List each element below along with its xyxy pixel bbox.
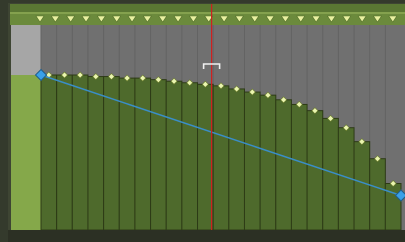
value-bar: [275, 99, 292, 231]
value-bar: [353, 141, 371, 231]
automation-editor: [0, 0, 405, 242]
value-bar: [150, 79, 167, 231]
automation-lane[interactable]: [0, 0, 405, 242]
header-ruler[interactable]: [10, 4, 405, 25]
value-bar: [71, 74, 89, 231]
value-bar: [134, 77, 152, 231]
header-top-band: [10, 4, 405, 12]
value-bar: [212, 85, 230, 231]
value-bar: [87, 76, 105, 231]
value-bar: [259, 94, 277, 231]
bottom-border: [8, 230, 405, 242]
value-bar: [181, 82, 199, 231]
value-bar: [40, 74, 58, 231]
value-bar: [103, 76, 120, 231]
left-strip-bottom: [11, 75, 41, 230]
value-bar: [228, 88, 245, 231]
value-bar: [243, 91, 261, 231]
value-bar: [306, 110, 324, 231]
value-bar: [165, 80, 183, 231]
value-bar: [56, 74, 73, 231]
value-bar: [118, 77, 136, 231]
value-bar: [197, 83, 214, 231]
left-strip-top: [11, 25, 41, 75]
value-bar: [369, 158, 386, 231]
value-bar: [290, 103, 308, 231]
